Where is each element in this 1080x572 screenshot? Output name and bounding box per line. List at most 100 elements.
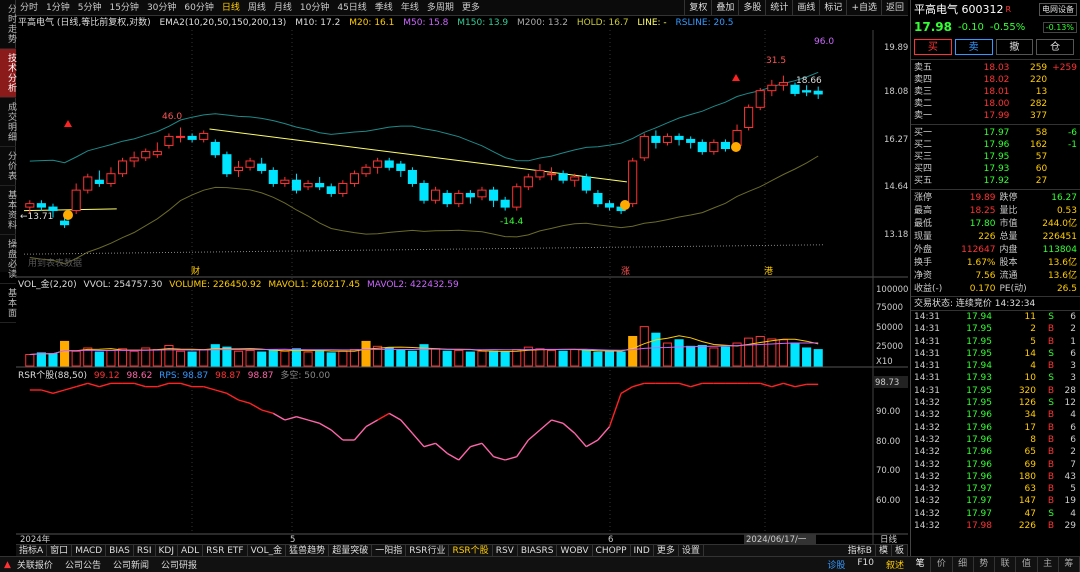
period-tab[interactable]: 5分钟 xyxy=(74,0,106,16)
indicator-tab[interactable]: KDJ xyxy=(156,545,178,556)
indicator-tab-right[interactable]: 模 xyxy=(876,545,892,556)
event-marker[interactable]: 港 xyxy=(764,265,773,277)
quote-tab[interactable]: 值 xyxy=(1016,557,1038,572)
indicator-tab[interactable]: ADL xyxy=(178,545,204,556)
period-tab[interactable]: 季线 xyxy=(371,0,397,16)
indicator-tab[interactable]: 一阳指 xyxy=(372,545,407,556)
period-tab[interactable]: 30分钟 xyxy=(143,0,180,16)
tick-cell: 11 xyxy=(1024,312,1036,322)
bid-row[interactable]: 买一 17.97 58 -6 xyxy=(911,127,1080,139)
indicator-tab-right[interactable]: 指标B xyxy=(845,545,876,556)
candle-body xyxy=(477,189,487,198)
sell-button[interactable]: 卖 xyxy=(954,39,993,55)
tick-cell: S xyxy=(1048,508,1054,519)
chart-canvas[interactable]: 19.89 18.08 16.27 14.64 13.18 ←13.71 46.… xyxy=(16,30,908,544)
bid-row[interactable]: 买三 17.95 57 xyxy=(911,151,1080,163)
indicator-tab[interactable]: 指标A xyxy=(16,545,48,556)
indicator-tab[interactable]: RSV xyxy=(493,545,518,556)
period-tab[interactable]: 更多 xyxy=(458,0,484,16)
period-tab[interactable]: 10分钟 xyxy=(296,0,333,16)
m10-value: M10: 17.2 xyxy=(295,18,341,28)
ask-row[interactable]: 卖二 18.00 282 xyxy=(911,98,1080,110)
period-tab[interactable]: 60分钟 xyxy=(180,0,217,16)
position-button[interactable]: 仓 xyxy=(1036,39,1074,55)
period-tab[interactable]: 周线 xyxy=(244,0,270,16)
indicator-tab[interactable]: IND xyxy=(631,545,654,556)
tick-cell: 43 xyxy=(1064,471,1076,482)
quote-tab[interactable]: 笔 xyxy=(910,557,932,572)
diagnose-link[interactable]: 诊股 xyxy=(821,558,851,571)
bid-row[interactable]: 买四 17.93 60 xyxy=(911,163,1080,175)
announcements-link[interactable]: 公司公告 xyxy=(59,558,107,571)
quote-tab[interactable]: 联 xyxy=(995,557,1017,572)
indicator-tab[interactable]: MACD xyxy=(72,545,107,556)
cancel-button[interactable]: 撤 xyxy=(995,39,1034,55)
quote-tab[interactable]: 主 xyxy=(1038,557,1059,572)
tab-fundamentals[interactable]: 基本面 xyxy=(0,284,16,323)
related-quotes-link[interactable]: 关联报价 xyxy=(11,558,59,571)
narrative-link[interactable]: 叙述 xyxy=(880,558,910,571)
period-tab[interactable]: 多周期 xyxy=(423,0,458,16)
toolbar-button[interactable]: 复权 xyxy=(684,0,711,16)
toolbar-button[interactable]: 叠加 xyxy=(711,0,738,16)
news-link[interactable]: 公司新闻 xyxy=(107,558,155,571)
toolbar-button[interactable]: 标记 xyxy=(819,0,846,16)
tab-trades[interactable]: 成交明细 xyxy=(0,98,16,147)
indicator-tab[interactable]: BIASRS xyxy=(518,545,558,556)
toolbar-button[interactable]: 画线 xyxy=(792,0,819,16)
indicator-tab-right[interactable]: 板 xyxy=(892,545,908,556)
ask-row[interactable]: 卖三 18.01 13 xyxy=(911,86,1080,98)
tab-must-read[interactable]: 操盘必读 xyxy=(0,235,16,284)
indicator-tab[interactable]: RSI xyxy=(134,545,156,556)
menu-icon[interactable]: ▲ xyxy=(0,560,11,570)
indicator-tab[interactable]: 猛兽趋势 xyxy=(286,545,330,556)
research-link[interactable]: 公司研报 xyxy=(155,558,203,571)
event-marker[interactable]: 财 xyxy=(191,265,200,277)
tab-basic-info[interactable]: 基本资料 xyxy=(0,186,16,235)
toolbar-button[interactable]: 统计 xyxy=(765,0,792,16)
tick-cell: 14:31 xyxy=(914,385,940,396)
ask-row[interactable]: 卖一 17.99 377 xyxy=(911,110,1080,122)
ask-row[interactable]: 卖五 18.03 259 +259 xyxy=(911,62,1080,74)
buy-button[interactable]: 买 xyxy=(914,39,952,55)
ema-label[interactable]: EMA2(10,20,50,150,200,13) xyxy=(159,18,286,28)
indicator-tab[interactable]: WOBV xyxy=(557,545,593,556)
indicator-tab[interactable]: CHOPP xyxy=(593,545,631,556)
indicator-tab[interactable]: 窗口 xyxy=(47,545,73,556)
volume-bar xyxy=(709,347,719,367)
tab-price-table[interactable]: 分价表 xyxy=(0,147,16,186)
indicator-tab[interactable]: RSR ETF xyxy=(203,545,248,556)
toolbar-button[interactable]: 返回 xyxy=(880,0,908,16)
period-tab[interactable]: 分时 xyxy=(16,0,42,16)
period-tab[interactable]: 15分钟 xyxy=(105,0,142,16)
quote-tab[interactable]: 价 xyxy=(931,557,953,572)
indicator-tab[interactable]: RSR行业 xyxy=(406,545,450,556)
indicator-tab[interactable]: BIAS xyxy=(106,545,134,556)
indicator-tab[interactable]: 更多 xyxy=(654,545,679,556)
volume-bar xyxy=(604,350,615,367)
tab-technical[interactable]: 技术分析 xyxy=(0,49,16,98)
tab-intraday[interactable]: 分时走势 xyxy=(0,0,16,49)
sector-button[interactable]: 电网设备 xyxy=(1039,2,1077,16)
stat-cell: 跌停 xyxy=(999,193,1018,203)
quote-tab[interactable]: 筹 xyxy=(1059,557,1080,572)
quote-tab[interactable]: 细 xyxy=(953,557,974,572)
indicator-tab[interactable]: 设置 xyxy=(679,545,704,556)
ask-row[interactable]: 卖四 18.02 220 xyxy=(911,74,1080,86)
f10-link[interactable]: F10 xyxy=(851,558,880,571)
period-tab[interactable]: 1分钟 xyxy=(42,0,74,16)
period-tab[interactable]: 月线 xyxy=(270,0,296,16)
indicator-tab[interactable]: VOL_金 xyxy=(248,545,287,556)
event-marker[interactable]: 涨 xyxy=(621,266,630,277)
period-tab[interactable]: 年线 xyxy=(397,0,423,16)
bid-row[interactable]: 买二 17.96 162 -1 xyxy=(911,139,1080,151)
bid-row[interactable]: 买五 17.92 27 xyxy=(911,175,1080,187)
indicator-tab[interactable]: RSR个股 xyxy=(449,545,493,556)
stat-cell: 13.6亿 xyxy=(1047,271,1077,281)
period-tab[interactable]: 45日线 xyxy=(333,0,370,16)
indicator-tab[interactable]: 超量突破 xyxy=(329,545,373,556)
quote-tab[interactable]: 势 xyxy=(974,557,995,572)
period-tab[interactable]: 日线 xyxy=(218,0,244,16)
toolbar-button[interactable]: +自选 xyxy=(846,0,881,16)
toolbar-button[interactable]: 多股 xyxy=(738,0,765,16)
